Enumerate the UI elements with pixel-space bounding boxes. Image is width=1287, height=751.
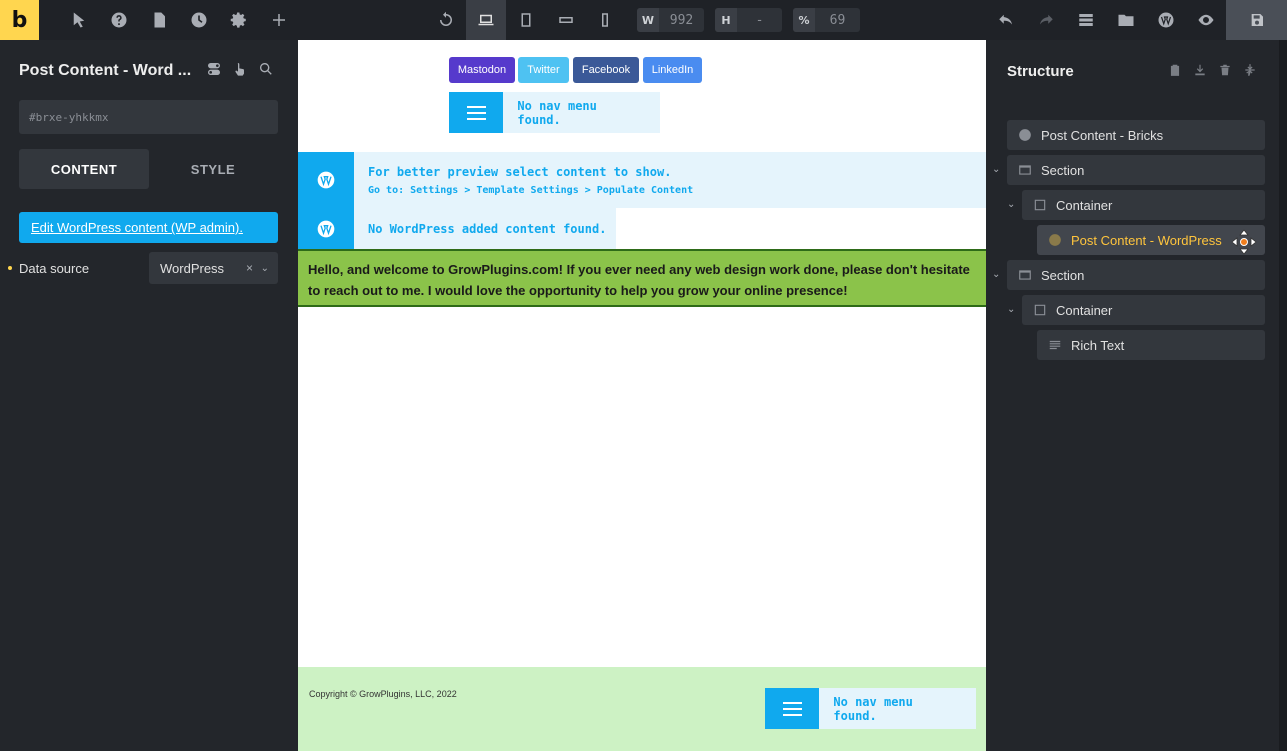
canvas-width-field[interactable]: W 992	[637, 8, 704, 32]
hamburger-menu-icon[interactable]	[765, 688, 820, 729]
save-button[interactable]	[1226, 0, 1287, 40]
container-icon	[1032, 302, 1048, 318]
refresh-icon[interactable]	[434, 8, 458, 32]
modified-indicator-dot	[8, 266, 12, 270]
drag-move-icon[interactable]	[1231, 229, 1257, 255]
collapse-icon[interactable]	[1242, 62, 1258, 78]
canvas-zoom-field[interactable]: % 69	[793, 8, 860, 32]
footer-nav-menu-placeholder[interactable]: No nav menu found.	[765, 688, 976, 729]
notice-preview-line2: Go to: Settings > Template Settings > Po…	[368, 184, 694, 196]
cursor-icon[interactable]	[67, 8, 91, 32]
save-floppy-icon	[1251, 14, 1263, 26]
window-scrollbar[interactable]	[1279, 40, 1287, 751]
tree-item-label: Section	[1041, 267, 1085, 283]
width-label: W	[637, 8, 659, 32]
height-value[interactable]: -	[737, 13, 782, 28]
tree-item-label: Post Content - WordPress	[1071, 232, 1222, 248]
desktop-breakpoint-icon[interactable]	[466, 0, 506, 40]
social-button-twitter[interactable]: Twitter	[518, 57, 569, 83]
tree-item-container-1[interactable]: Container	[1022, 190, 1265, 220]
wordpress-icon	[1047, 232, 1063, 248]
height-label: H	[715, 8, 737, 32]
history-icon[interactable]	[187, 8, 211, 32]
zoom-value[interactable]: 69	[815, 13, 860, 28]
search-icon[interactable]	[257, 60, 275, 78]
no-content-notice: No WordPress added content found.	[298, 208, 616, 249]
pages-icon[interactable]	[147, 8, 171, 32]
clear-icon[interactable]: ×	[246, 261, 253, 275]
chevron-down-icon[interactable]: ⌄	[992, 269, 1000, 280]
mobile-landscape-icon[interactable]	[554, 8, 578, 32]
section-icon	[1017, 267, 1033, 283]
nav-menu-message: No nav menu found.	[517, 98, 597, 127]
panel-title: Post Content - Word ...	[19, 62, 192, 79]
canvas-height-field[interactable]: H -	[715, 8, 782, 32]
tree-item-container-2[interactable]: Container	[1022, 295, 1265, 325]
footer-section: Copyright © GrowPlugins, LLC, 2022 No na…	[298, 667, 986, 751]
section-icon	[1017, 162, 1033, 178]
download-icon[interactable]	[1192, 62, 1208, 78]
chevron-down-icon[interactable]: ⌄	[1007, 304, 1015, 315]
tree-item-section-1[interactable]: Section	[1007, 155, 1265, 185]
interactions-icon[interactable]	[231, 60, 249, 78]
tab-style[interactable]: STYLE	[148, 149, 278, 189]
footer-copyright: Copyright © GrowPlugins, LLC, 2022	[309, 689, 457, 699]
toggle-icon[interactable]	[205, 60, 223, 78]
nav-menu-placeholder[interactable]: No nav menu found.	[449, 92, 660, 133]
bricks-logo[interactable]: b	[0, 0, 39, 40]
top-toolbar: b W 992 H - % 69	[0, 0, 1287, 40]
undo-icon[interactable]	[994, 8, 1018, 32]
trash-icon[interactable]	[1217, 62, 1233, 78]
structure-title: Structure	[1007, 63, 1074, 80]
social-button-facebook[interactable]: Facebook	[573, 57, 639, 83]
edit-wordpress-content-link[interactable]: Edit WordPress content (WP admin).	[19, 212, 278, 243]
populate-content-notice: For better preview select content to sho…	[298, 152, 986, 208]
notice-preview-line1: For better preview select content to sho…	[368, 164, 672, 179]
clipboard-icon[interactable]	[1167, 62, 1183, 78]
wordpress-admin-icon[interactable]	[1154, 8, 1178, 32]
structure-panel: Structure Post Content - Bricks ⌄ Sectio…	[986, 40, 1279, 751]
builder-canvas[interactable]: Mastodon Twitter Facebook LinkedIn No na…	[298, 40, 986, 751]
wordpress-icon	[298, 208, 354, 249]
hamburger-menu-icon[interactable]	[449, 92, 504, 133]
templates-folder-icon[interactable]	[1114, 8, 1138, 32]
tab-content[interactable]: CONTENT	[19, 149, 149, 189]
settings-gear-icon[interactable]	[227, 8, 251, 32]
data-source-label: Data source	[19, 261, 90, 276]
wordpress-icon	[298, 152, 354, 208]
element-id-input[interactable]	[19, 100, 278, 134]
mobile-portrait-icon[interactable]	[593, 8, 617, 32]
tree-item-post-content-bricks[interactable]: Post Content - Bricks	[1007, 120, 1265, 150]
zoom-label: %	[793, 8, 815, 32]
wordpress-icon	[1017, 127, 1033, 143]
social-button-linkedin[interactable]: LinkedIn	[643, 57, 702, 83]
width-value[interactable]: 992	[659, 13, 704, 28]
add-element-icon[interactable]	[267, 8, 291, 32]
tree-item-label: Container	[1056, 197, 1113, 213]
footer-nav-menu-message: No nav menu found.	[833, 694, 913, 723]
preview-eye-icon[interactable]	[1194, 8, 1218, 32]
tree-item-section-2[interactable]: Section	[1007, 260, 1265, 290]
tablet-portrait-icon[interactable]	[514, 8, 538, 32]
tree-item-label: Rich Text	[1071, 337, 1125, 353]
data-source-value: WordPress	[160, 260, 225, 276]
tree-item-label: Section	[1041, 162, 1085, 178]
rich-text-block[interactable]: Hello, and welcome to GrowPlugins.com! I…	[298, 249, 986, 307]
chevron-down-icon[interactable]: ⌄	[992, 164, 1000, 175]
text-lines-icon	[1047, 337, 1063, 353]
data-source-select[interactable]: WordPress × ⌄	[149, 252, 278, 284]
chevron-down-icon[interactable]: ⌄	[1007, 199, 1015, 210]
tree-item-label: Container	[1056, 302, 1113, 318]
tree-item-label: Post Content - Bricks	[1041, 127, 1164, 143]
help-icon[interactable]	[107, 8, 131, 32]
notice-empty-message: No WordPress added content found.	[368, 221, 607, 236]
social-button-mastodon[interactable]: Mastodon	[449, 57, 515, 83]
tree-item-rich-text[interactable]: Rich Text	[1037, 330, 1265, 360]
structure-panel-icon[interactable]	[1074, 8, 1098, 32]
redo-icon[interactable]	[1034, 8, 1058, 32]
chevron-down-icon[interactable]: ⌄	[261, 263, 269, 274]
element-settings-panel: Post Content - Word ... CONTENT STYLE Ed…	[0, 40, 298, 751]
container-icon	[1032, 197, 1048, 213]
